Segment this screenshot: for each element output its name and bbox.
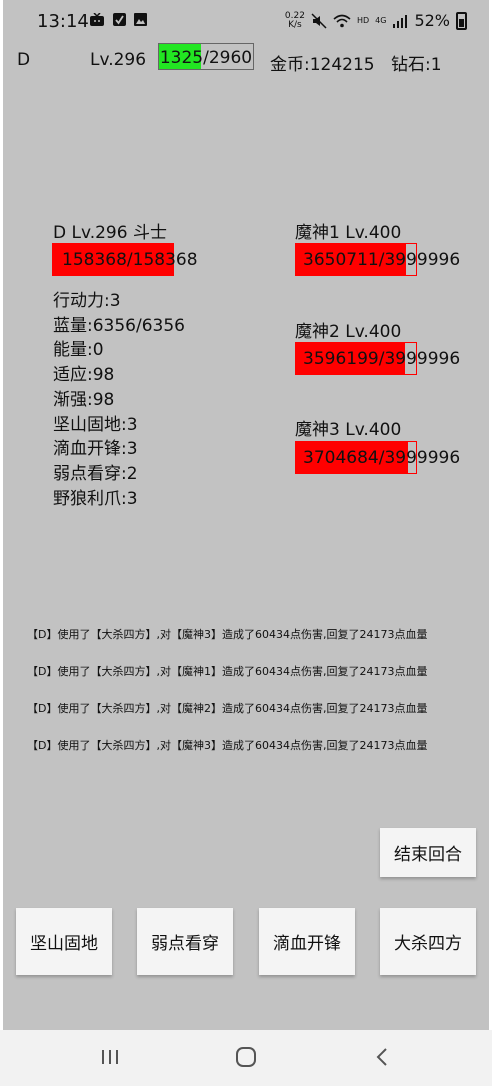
stat-mana: 蓝量:6356/6356 xyxy=(53,315,185,336)
gallery-app-icon xyxy=(134,13,147,26)
stat-skill-4: 野狼利爪:3 xyxy=(53,488,138,509)
stat-action-points: 行动力:3 xyxy=(53,291,121,311)
player-hp-text: 158368/158368 xyxy=(62,250,198,270)
stat-crescendo: 渐强:98 xyxy=(53,389,115,410)
log-line: 【D】使用了【大杀四方】,对【魔神3】造成了60434点伤害,回复了24173点… xyxy=(27,739,428,752)
back-icon[interactable] xyxy=(362,1042,402,1072)
net-speed: 0.22 K/s xyxy=(284,10,305,30)
stat-energy: 能量:0 xyxy=(53,340,104,361)
skill-button-ruodian[interactable]: 弱点看穿 xyxy=(137,908,233,975)
enemy-1-hp-text: 3650711/3999996 xyxy=(303,250,461,270)
stat-skill-1: 坚山固地:3 xyxy=(53,414,138,435)
network-type: 4G xyxy=(375,16,387,25)
enemy-1-title: 魔神1 Lv.400 xyxy=(295,223,402,243)
enemy-2-title: 魔神2 Lv.400 xyxy=(295,322,402,342)
status-bar: 13:14 0.22 K/s HD 4G 52% xyxy=(3,0,489,40)
game-screen: 13:14 0.22 K/s HD 4G 52% D Lv.296 1325/2… xyxy=(3,0,489,1086)
skill-button-dasha[interactable]: 大杀四方 xyxy=(380,908,476,975)
stat-skill-2: 滴血开锋:3 xyxy=(53,439,138,460)
enemy-3-hp-bar: 3704684/3999996 xyxy=(295,441,460,474)
enemy-2-hp-text: 3596199/3999996 xyxy=(303,349,461,369)
navigation-bar xyxy=(0,1030,492,1086)
status-right: 0.22 K/s HD 4G 52% xyxy=(285,11,467,30)
player-name: D xyxy=(17,50,31,70)
hd-indicator: HD xyxy=(356,16,370,25)
mute-icon xyxy=(311,12,327,29)
player-level: Lv.296 xyxy=(90,50,147,70)
enemy-3-hp-text: 3704684/3999996 xyxy=(303,448,461,468)
recent-apps-icon[interactable] xyxy=(90,1042,130,1072)
battle-log: 【D】使用了【大杀四方】,对【魔神3】造成了60434点伤害,回复了24173点… xyxy=(27,626,427,774)
player-title: D Lv.296 斗士 xyxy=(53,223,167,243)
signal-icon xyxy=(393,14,408,28)
gold-count: 金币:124215 xyxy=(270,55,375,75)
end-turn-button[interactable]: 结束回合 xyxy=(380,828,476,877)
log-line: 【D】使用了【大杀四方】,对【魔神1】造成了60434点伤害,回复了24173点… xyxy=(27,665,428,678)
exp-text: 1325/2960 xyxy=(159,48,253,68)
home-icon[interactable] xyxy=(226,1042,266,1072)
status-time: 13:14 xyxy=(37,11,89,32)
player-hp-bar: 158368/158368 xyxy=(52,243,198,276)
log-line: 【D】使用了【大杀四方】,对【魔神3】造成了60434点伤害,回复了24173点… xyxy=(27,628,428,641)
enemy-2-hp-bar: 3596199/3999996 xyxy=(295,342,460,375)
player-stats: 行动力:3 蓝量:6356/6356 能量:0 适应:98 渐强:98 坚山固地… xyxy=(53,289,185,511)
log-line: 【D】使用了【大杀四方】,对【魔神2】造成了60434点伤害,回复了24173点… xyxy=(27,702,428,715)
wifi-icon xyxy=(333,14,351,27)
skill-button-dixue[interactable]: 滴血开锋 xyxy=(259,908,355,975)
diamond-count: 钻石:1 xyxy=(391,55,442,75)
skill-button-jianshan[interactable]: 坚山固地 xyxy=(16,908,112,975)
stat-skill-3: 弱点看穿:2 xyxy=(53,463,138,484)
stat-adapt: 适应:98 xyxy=(53,365,115,386)
tv-app-icon xyxy=(90,13,104,26)
player-bar: D Lv.296 1325/2960 金币:124215 钻石:1 xyxy=(3,42,489,76)
battery-icon xyxy=(456,11,467,30)
enemy-3-title: 魔神3 Lv.400 xyxy=(295,420,402,440)
battery-percent: 52% xyxy=(414,11,450,30)
exp-bar: 1325/2960 xyxy=(158,43,254,70)
enemy-1-hp-bar: 3650711/3999996 xyxy=(295,243,460,276)
checkbox-app-icon xyxy=(113,13,126,26)
